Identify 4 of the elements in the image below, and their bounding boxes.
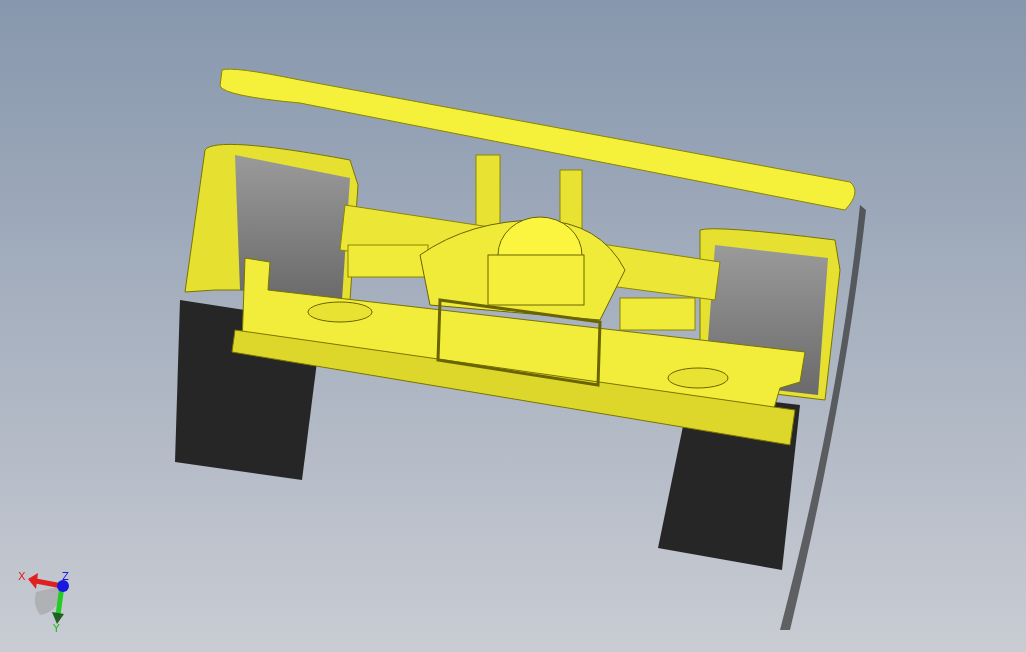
axis-label: Z <box>62 571 69 582</box>
axis-triad-icon <box>28 573 69 624</box>
axis-label: X <box>18 570 26 583</box>
axis-label: Y <box>53 622 60 635</box>
